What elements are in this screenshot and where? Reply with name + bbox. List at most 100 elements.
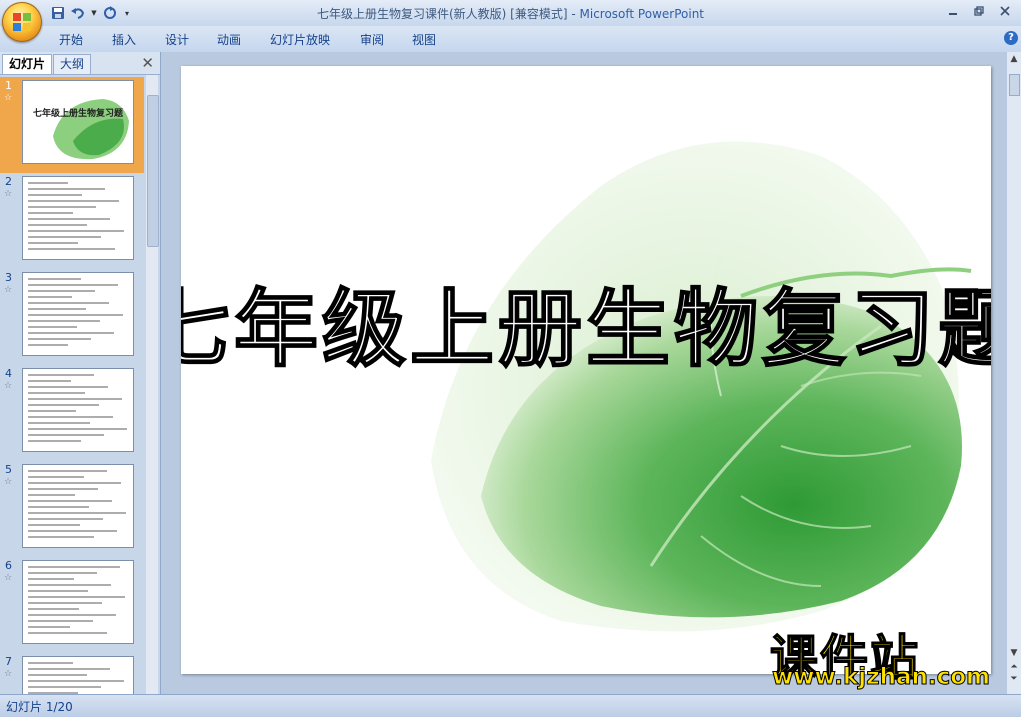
thumbnail-text-line	[28, 572, 97, 574]
watermark-url: www.kjzhan.com	[772, 664, 991, 691]
thumbnail-text-line	[28, 422, 90, 424]
thumbnail-text-line	[28, 488, 98, 490]
thumbnail-4[interactable]: 4 ☆	[0, 365, 144, 461]
thumbnail-text-line	[28, 182, 68, 184]
thumbnail-text-line	[28, 200, 119, 202]
thumbnail-1[interactable]: 1 ☆ 七年级上册生物复习题	[0, 77, 144, 173]
thumbnail-text-line	[28, 374, 94, 376]
thumbnail-text-line	[28, 428, 127, 430]
status-bar: 幻灯片 1/20	[0, 694, 1021, 717]
star-icon: ☆	[4, 285, 13, 295]
thumbnail-text-line	[28, 344, 68, 346]
scroll-down-icon[interactable]: ▼	[1009, 648, 1019, 658]
tab-animations[interactable]: 动画	[217, 31, 241, 48]
star-icon: ☆	[4, 573, 13, 583]
tab-outline[interactable]: 大纲	[53, 54, 92, 74]
thumbnail-text-line	[28, 212, 73, 214]
thumbnail-text-line	[28, 608, 79, 610]
title-bar: ▼ ▾ 七年级上册生物复习课件(新人教版) [兼容模式] - Microsoft…	[0, 0, 1021, 26]
thumbnail-text-line	[28, 626, 70, 628]
thumbnail-text-line	[28, 320, 100, 322]
thumbnail-2[interactable]: 2 ☆	[0, 173, 144, 269]
tab-view[interactable]: 视图	[412, 31, 436, 48]
thumbnail-5[interactable]: 5 ☆	[0, 461, 144, 557]
thumbnail-text-line	[28, 206, 96, 208]
thumbnail-text-line	[28, 410, 76, 412]
slide-number: 5	[5, 463, 12, 476]
thumbnail-text-line	[28, 434, 104, 436]
thumbnail-text-line	[28, 614, 116, 616]
next-slide-icon[interactable]: ⏷	[1009, 674, 1019, 684]
thumbnail-text-line	[28, 404, 99, 406]
previous-slide-icon[interactable]: ⏶	[1009, 662, 1019, 672]
scroll-up-icon[interactable]: ▲	[1009, 54, 1019, 64]
thumbnail-text-line	[28, 506, 89, 508]
thumbnail-preview	[22, 368, 134, 452]
scrollbar-thumb[interactable]	[147, 95, 159, 247]
minimize-icon[interactable]	[941, 2, 965, 20]
tab-insert[interactable]: 插入	[112, 31, 136, 48]
ribbon-tabs: 开始 插入 设计 动画 幻灯片放映 审阅 视图	[0, 26, 1021, 53]
tab-home[interactable]: 开始	[59, 31, 83, 48]
scrollbar-thumb[interactable]	[1009, 74, 1020, 96]
star-icon: ☆	[4, 477, 13, 487]
document-title: 七年级上册生物复习课件(新人教版) [兼容模式]	[316, 7, 568, 21]
help-icon[interactable]: ?	[1004, 31, 1018, 45]
thumbnail-text-line	[28, 494, 75, 496]
slide-editor: 七年级上册生物复习题 ▲ ▼ ⏶ ⏷	[161, 52, 1021, 694]
thumbnail-text-line	[28, 326, 77, 328]
thumbnail-text-line	[28, 668, 110, 670]
thumbnail-preview	[22, 656, 134, 694]
thumbnail-text-line	[28, 290, 95, 292]
thumbnail-scrollbar[interactable]	[146, 75, 159, 694]
slide-number: 7	[5, 655, 12, 668]
thumbnail-text-line	[28, 386, 108, 388]
thumbnail-text-line	[28, 284, 118, 286]
slides-pane: 幻灯片 大纲 ✕ 1 ☆ 七年级上册生物复习题 2 ☆ 3 ☆ 4 ☆ 5 ☆ …	[0, 52, 161, 694]
thumbnail-text-line	[28, 242, 78, 244]
thumbnail-text-line	[28, 314, 123, 316]
thumbnail-text-line	[28, 470, 107, 472]
thumbnail-3[interactable]: 3 ☆	[0, 269, 144, 365]
thumbnail-text-line	[28, 476, 84, 478]
app-name: Microsoft PowerPoint	[579, 7, 705, 21]
editor-scrollbar[interactable]: ▲ ▼ ⏶ ⏷	[1007, 52, 1021, 694]
thumbnail-preview	[22, 464, 134, 548]
thumbnail-text-line	[28, 188, 105, 190]
thumbnail-7[interactable]: 7 ☆	[0, 653, 144, 694]
thumbnail-text-line	[28, 602, 102, 604]
slide-title[interactable]: 七年级上册生物复习题	[181, 278, 991, 379]
restore-icon[interactable]	[967, 2, 991, 20]
slide-canvas[interactable]: 七年级上册生物复习题	[181, 66, 991, 674]
thumbnail-preview	[22, 272, 134, 356]
slide-number: 6	[5, 559, 12, 572]
thumbnail-text-line	[28, 308, 86, 310]
thumbnail-6[interactable]: 6 ☆	[0, 557, 144, 653]
thumbnail-text-line	[28, 578, 74, 580]
thumbnail-preview: 七年级上册生物复习题	[22, 80, 134, 164]
office-button[interactable]	[2, 2, 42, 42]
thumbnail-text-line	[28, 440, 81, 442]
thumbnail-text-line	[28, 482, 121, 484]
window-controls	[941, 2, 1017, 20]
close-window-icon[interactable]	[993, 2, 1017, 20]
slide-number: 4	[5, 367, 12, 380]
thumbnail-text-line	[28, 686, 101, 688]
slide-number: 3	[5, 271, 12, 284]
thumbnail-text-line	[28, 380, 71, 382]
close-icon[interactable]: ✕	[141, 54, 154, 72]
tab-slides[interactable]: 幻灯片	[2, 54, 53, 74]
pane-tabs: 幻灯片 大纲 ✕	[0, 52, 160, 75]
thumbnail-list: 1 ☆ 七年级上册生物复习题 2 ☆ 3 ☆ 4 ☆ 5 ☆ 6 ☆ 7 ☆	[0, 75, 144, 694]
thumbnail-preview	[22, 176, 134, 260]
tab-design[interactable]: 设计	[165, 31, 189, 48]
tab-review[interactable]: 审阅	[360, 31, 384, 48]
slide-counter: 幻灯片 1/20	[6, 700, 73, 714]
thumbnail-text-line	[28, 248, 115, 250]
tab-slideshow[interactable]: 幻灯片放映	[270, 31, 330, 48]
svg-text:七年级上册生物复习题: 七年级上册生物复习题	[33, 107, 124, 119]
thumbnail-text-line	[28, 620, 93, 622]
window-title: 七年级上册生物复习课件(新人教版) [兼容模式] - Microsoft Pow…	[0, 5, 1021, 22]
leaf-image	[431, 141, 972, 632]
thumbnail-text-line	[28, 296, 72, 298]
